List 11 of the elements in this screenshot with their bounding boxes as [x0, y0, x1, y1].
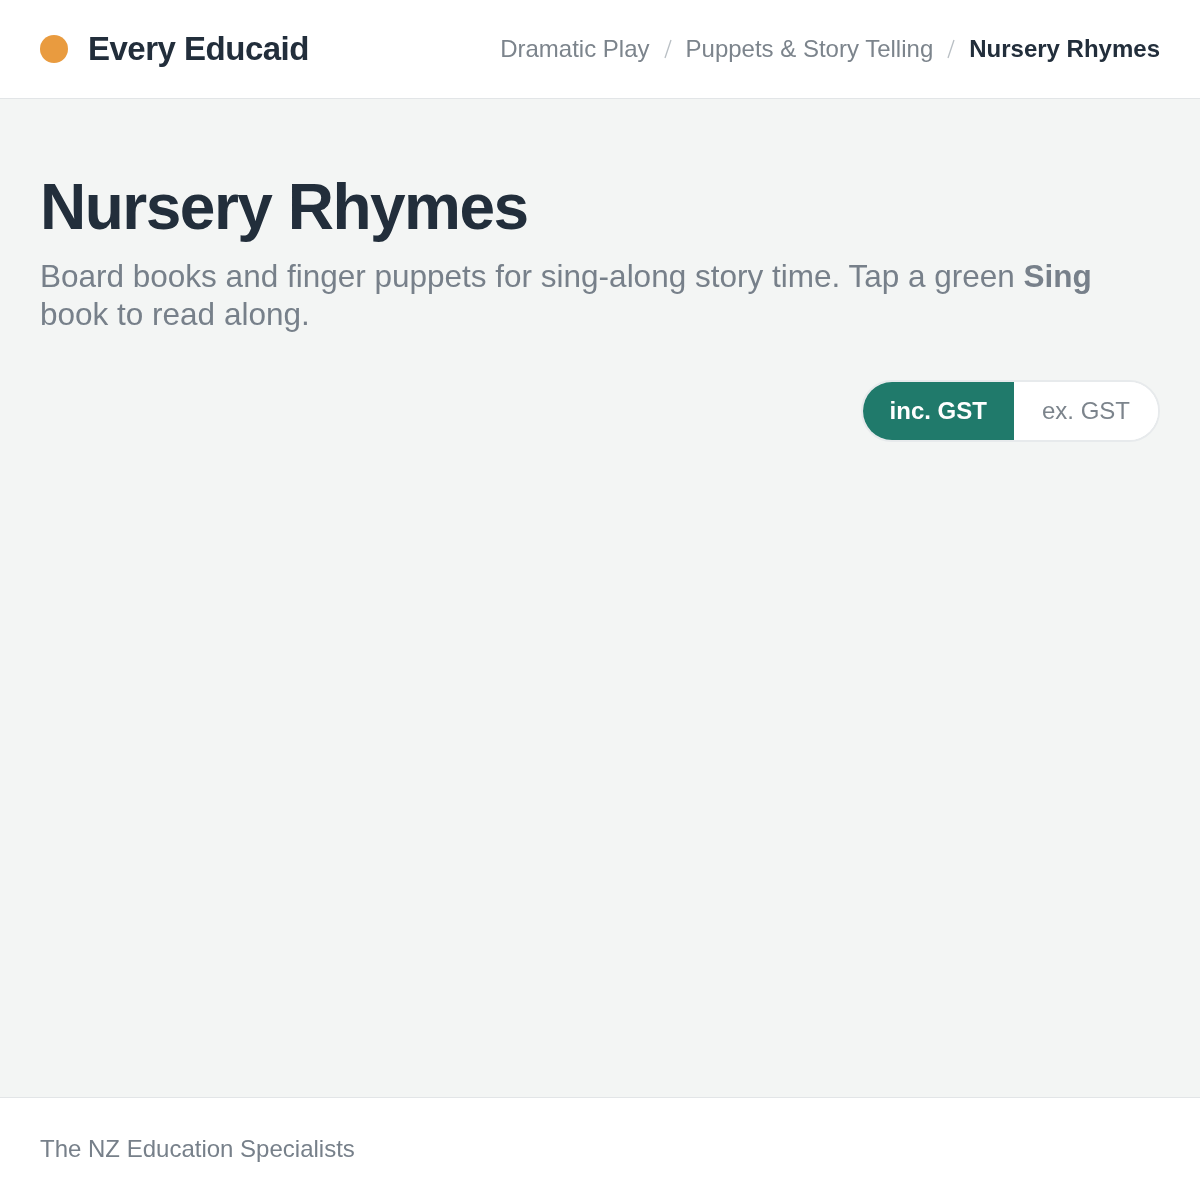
slash-icon: [947, 39, 956, 59]
slash-icon: [663, 39, 672, 59]
logo-dot-icon: [40, 35, 68, 63]
footer-tagline: The NZ Education Specialists: [40, 1134, 355, 1164]
breadcrumb-current: Nursery Rhymes: [969, 34, 1160, 64]
page-title: Nursery Rhymes: [40, 170, 529, 245]
brand-name[interactable]: Every Educaid: [88, 24, 309, 74]
page-description: Board books and finger puppets for sing-along story time. Tap a green Sing book to read along.: [40, 257, 1093, 333]
breadcrumb-link[interactable]: Puppets & Story Telling: [685, 31, 934, 67]
breadcrumb-link[interactable]: Dramatic Play: [500, 31, 650, 67]
price-toggle-option[interactable]: inc. GST: [862, 382, 1014, 440]
